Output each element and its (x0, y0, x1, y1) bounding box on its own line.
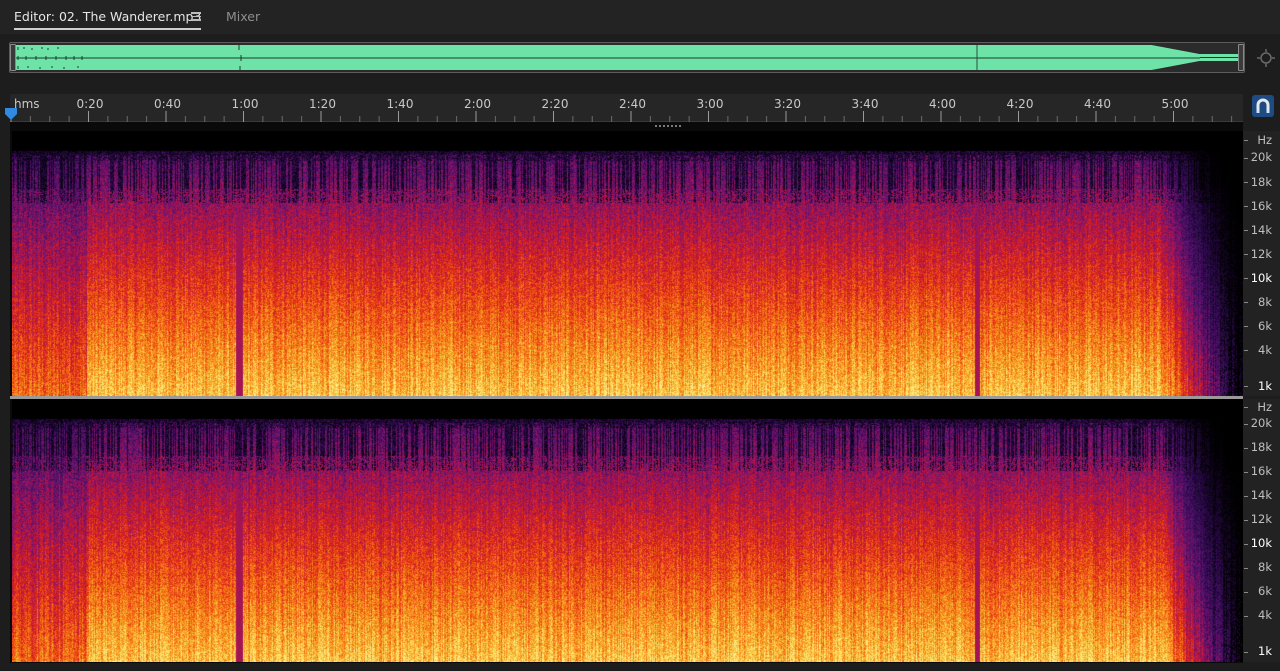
frequency-scale-right: Hz 20k 18k 16k 14k 12k 10k 8k 6k 4k 1k (1243, 399, 1280, 662)
waveform-overview-navigator[interactable] (9, 42, 1245, 73)
frequency-tick (1244, 140, 1248, 141)
frequency-tick-label: 18k (1250, 440, 1272, 454)
frequency-tick (1244, 520, 1248, 521)
zoom-navigator-icon[interactable] (1256, 48, 1276, 68)
frequency-tick-label: 12k (1250, 247, 1272, 261)
tab-mixer[interactable]: Mixer (226, 9, 260, 24)
frequency-tick (1244, 254, 1248, 255)
time-tick-label: 3:40 (851, 97, 879, 111)
frequency-tick-label: 18k (1250, 175, 1272, 189)
frequency-tick-label: 4k (1258, 608, 1272, 622)
time-tick-label: 4:20 (1006, 97, 1034, 111)
hamburger-menu-icon[interactable] (191, 12, 201, 21)
frequency-unit-label: Hz (1257, 400, 1272, 414)
frequency-tick-label: 1k (1258, 379, 1272, 393)
frequency-tick (1244, 496, 1248, 497)
frequency-tick-label: 14k (1250, 223, 1272, 237)
time-ruler[interactable]: hms 0:20 0:40 1:00 1:20 1:40 2:00 2:20 2:40 3:00… (10, 94, 1243, 122)
tab-editor[interactable]: Editor: 02. The Wanderer.mp3 (14, 9, 201, 24)
frequency-tick (1244, 544, 1248, 545)
time-tick-label: 1:40 (386, 97, 414, 111)
frequency-tick-label: 4k (1258, 343, 1272, 357)
frequency-tick-label: 1k (1258, 644, 1272, 658)
panel-resize-grip-icon[interactable] (654, 124, 682, 129)
frequency-tick-label: 6k (1258, 584, 1272, 598)
time-tick-label: 2:40 (619, 97, 646, 111)
frequency-tick-label: 16k (1250, 464, 1272, 478)
overview-right-handle[interactable] (1238, 44, 1244, 71)
time-tick-label: 2:20 (541, 97, 569, 111)
time-tick-label: 5:00 (1161, 97, 1189, 111)
frequency-tick-label: 14k (1250, 488, 1272, 502)
frequency-tick (1244, 568, 1248, 569)
time-tick-label: 3:20 (774, 97, 801, 111)
frequency-tick-label: 20k (1250, 150, 1272, 164)
frequency-tick-label: 10k (1250, 271, 1272, 285)
spectrogram-canvas-left (12, 131, 1243, 396)
time-tick-label: 3:00 (696, 97, 724, 111)
time-tick-label: 1:20 (309, 97, 336, 111)
left-gutter (0, 76, 10, 671)
frequency-tick-label: 8k (1258, 560, 1272, 574)
frequency-unit-label: Hz (1257, 133, 1272, 147)
time-tick-label: 1:00 (231, 97, 259, 111)
active-tab-indicator (14, 28, 201, 30)
overview-waveform (12, 45, 1242, 70)
frequency-tick-label: 6k (1258, 319, 1272, 333)
frequency-tick (1244, 472, 1248, 473)
snap-toggle-button[interactable] (1252, 95, 1274, 117)
frequency-tick (1244, 350, 1248, 351)
snap-magnet-icon (1256, 98, 1270, 113)
frequency-tick (1244, 407, 1248, 408)
frequency-tick-label: 10k (1250, 536, 1272, 550)
frequency-tick (1244, 278, 1248, 279)
frequency-tick (1244, 448, 1248, 449)
frequency-tick-label: 12k (1250, 512, 1272, 526)
frequency-tick (1244, 616, 1248, 617)
time-tick-label: 2:00 (464, 97, 491, 111)
time-tick-label: 0:40 (154, 97, 181, 111)
time-tick-label: 0:20 (76, 97, 104, 111)
spectrogram-canvas-right (12, 399, 1243, 662)
frequency-tick-label: 8k (1258, 295, 1272, 309)
spectrogram-channel-right[interactable] (12, 399, 1243, 662)
document-tab-bar: Editor: 02. The Wanderer.mp3 Mixer (0, 0, 1280, 34)
frequency-tick (1244, 302, 1248, 303)
frequency-tick (1244, 326, 1248, 327)
frequency-tick (1244, 230, 1248, 231)
frequency-tick (1244, 182, 1248, 183)
frequency-tick (1244, 592, 1248, 593)
time-tick-label: 4:00 (929, 97, 956, 111)
overview-left-handle[interactable] (10, 44, 16, 71)
time-tick-label: 4:40 (1084, 97, 1111, 111)
frequency-tick (1244, 424, 1248, 425)
frequency-tick-label: 16k (1250, 199, 1272, 213)
frequency-scale-left: Hz 20k 18k 16k 14k 12k 10k 8k 6k 4k 1k (1243, 131, 1280, 396)
frequency-tick (1244, 206, 1248, 207)
frequency-tick (1244, 386, 1248, 387)
spectrogram-channel-left[interactable] (12, 131, 1243, 396)
playhead-marker-icon[interactable] (4, 107, 18, 121)
frequency-tick (1244, 158, 1248, 159)
frequency-tick-label: 20k (1250, 416, 1272, 430)
frequency-tick (1244, 652, 1248, 653)
